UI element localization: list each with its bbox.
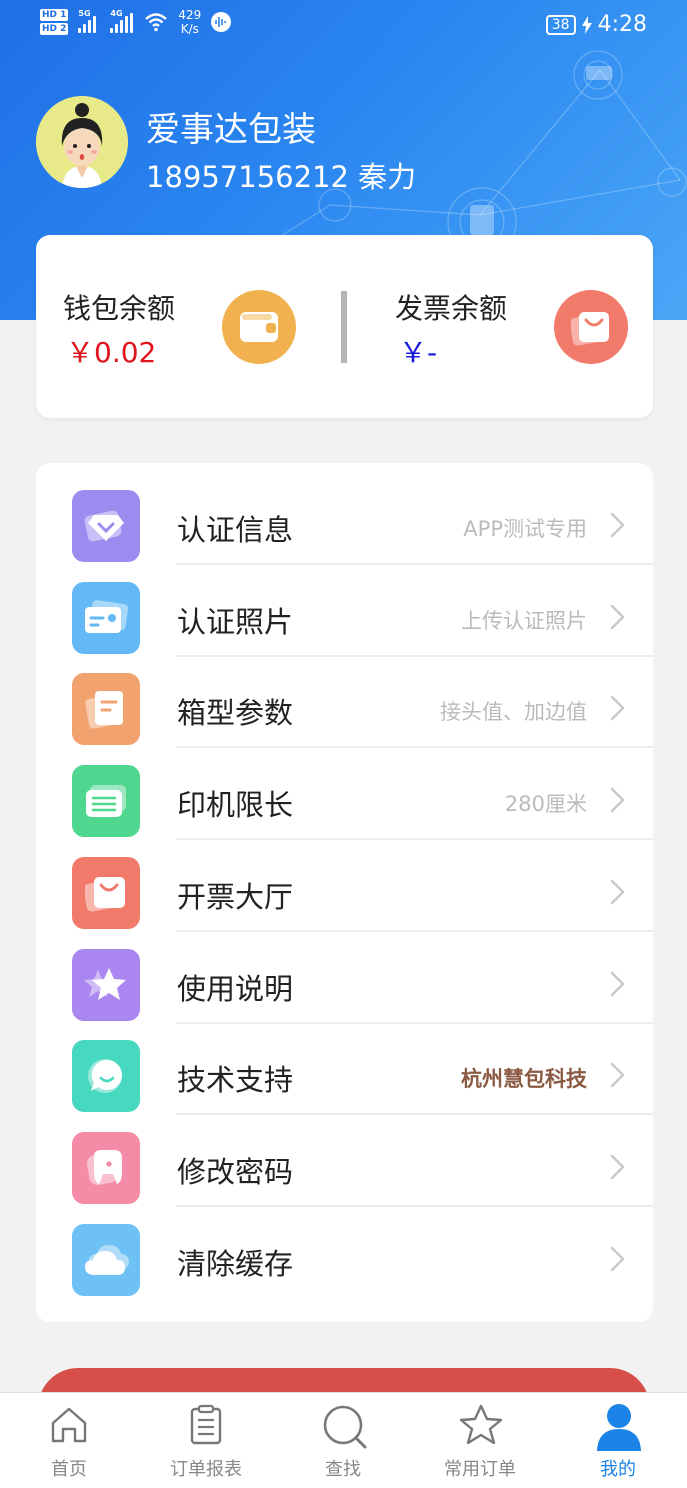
chevron-right-icon <box>610 1062 625 1088</box>
balance-card: 钱包余额 ￥0.02 发票余额 ￥- <box>36 235 653 418</box>
avatar-illustration <box>36 96 128 188</box>
avatar[interactable] <box>36 96 128 188</box>
menu-item[interactable]: 认证信息 APP测试专用 <box>36 463 653 565</box>
signal-strength-icon: 5G <box>78 9 100 33</box>
search-icon <box>323 1405 367 1449</box>
menu-item[interactable]: 清除缓存 <box>36 1197 653 1296</box>
tab-label: 我的 <box>600 1459 636 1480</box>
sig1-label: 5G <box>78 9 91 18</box>
network-speed: 429 K/s <box>178 8 201 36</box>
diamond-icon <box>72 490 140 562</box>
tab-label: 首页 <box>51 1459 87 1480</box>
chevron-right-icon <box>610 512 625 538</box>
menu-item-label: 修改密码 <box>177 1154 294 1189</box>
tab-label: 查找 <box>325 1459 361 1480</box>
hd1-badge: HD 1 <box>40 9 69 21</box>
star-outline-icon <box>459 1404 503 1445</box>
menu-item-label: 开票大厅 <box>177 879 294 914</box>
chevron-right-icon <box>610 971 625 996</box>
status-bar: HD 1 HD 2 5G 4G 429 K/s 38 4:28 <box>0 0 687 52</box>
menu-item[interactable]: 技术支持 杭州慧包科技 <box>36 1013 653 1116</box>
tab-favorite-orders[interactable]: 常用订单 <box>425 1393 535 1488</box>
menu-item-value: 接头值、加边值 <box>440 700 587 725</box>
wallet-icon[interactable] <box>222 290 296 364</box>
menu-item[interactable]: 修改密码 <box>36 1105 653 1207</box>
wifi-icon <box>145 13 168 32</box>
contact-info: 18957156212 秦力 <box>146 160 417 194</box>
battery-level: 38 <box>545 14 576 35</box>
person-icon <box>597 1404 641 1451</box>
id-card-icon <box>72 581 140 654</box>
company-name: 爱事达包装 <box>146 110 316 150</box>
wallet-balance-value: ￥0.02 <box>66 336 157 369</box>
clock: 4:28 <box>597 12 647 37</box>
invoice-balance-value: ￥- <box>399 336 438 369</box>
menu-item-label: 技术支持 <box>177 1063 294 1098</box>
wallet-balance-label: 钱包余额 <box>63 292 176 325</box>
tab-label: 常用订单 <box>444 1459 516 1480</box>
menu-item-value: 上传认证照片 <box>461 608 587 633</box>
star-icon <box>72 948 140 1021</box>
tab-home[interactable]: 首页 <box>14 1393 124 1488</box>
hd2-badge: HD 2 <box>40 23 69 35</box>
speed-unit: K/s <box>180 22 199 36</box>
tooth-icon <box>72 1131 140 1204</box>
menu-item-value: 280厘米 <box>504 792 587 817</box>
menu-item[interactable]: 箱型参数 接头值、加边值 <box>36 646 653 749</box>
shopping-bag-icon <box>72 856 140 929</box>
shopping-bag-icon[interactable] <box>554 290 628 364</box>
cloud-icon <box>72 1223 140 1296</box>
charging-icon <box>581 15 592 34</box>
chevron-right-icon <box>610 604 625 629</box>
menu-card: 认证信息 APP测试专用认证照片 上传认证照片箱型参数 接头值、加边值印机限长 280厘… <box>36 463 653 1322</box>
menu-item[interactable]: 开票大厅 <box>36 830 653 932</box>
menu-item-label: 认证照片 <box>177 604 294 639</box>
chevron-right-icon <box>610 1154 625 1180</box>
menu-item[interactable]: 使用说明 <box>36 922 653 1024</box>
menu-item-label: 使用说明 <box>177 971 294 1006</box>
home-icon <box>51 1407 87 1443</box>
tab-label: 订单报表 <box>170 1459 242 1480</box>
list-card-icon <box>72 765 140 838</box>
speed-value: 429 <box>178 8 202 22</box>
signal-strength-icon: 4G <box>110 9 134 33</box>
menu-item-label: 箱型参数 <box>177 696 294 731</box>
sound-wave-icon <box>211 12 232 32</box>
tab-order-report[interactable]: 订单报表 <box>151 1393 261 1488</box>
sig2-label: 4G <box>110 9 123 18</box>
tab-search[interactable]: 查找 <box>288 1393 398 1488</box>
bottom-tab-bar: 首页 订单报表 查找 常用订单 我的 <box>0 1392 687 1488</box>
chat-bubble-icon <box>72 1040 140 1113</box>
chevron-right-icon <box>610 787 625 813</box>
document-icon <box>72 673 140 746</box>
clipboard-icon <box>190 1404 222 1445</box>
chevron-right-icon <box>610 696 625 721</box>
chevron-right-icon <box>610 1246 625 1271</box>
menu-item[interactable]: 印机限长 280厘米 <box>36 738 653 841</box>
menu-item-label: 认证信息 <box>177 513 294 547</box>
menu-item-value: 杭州慧包科技 <box>461 1067 587 1092</box>
menu-item-label: 印机限长 <box>177 788 294 823</box>
chevron-right-icon <box>610 879 625 904</box>
invoice-balance-label: 发票余额 <box>395 292 508 325</box>
menu-item-value: APP测试专用 <box>463 517 587 541</box>
tab-mine[interactable]: 我的 <box>563 1393 673 1488</box>
menu-item-label: 清除缓存 <box>177 1246 294 1281</box>
menu-item[interactable]: 认证照片 上传认证照片 <box>36 555 653 657</box>
balance-divider <box>341 291 347 363</box>
